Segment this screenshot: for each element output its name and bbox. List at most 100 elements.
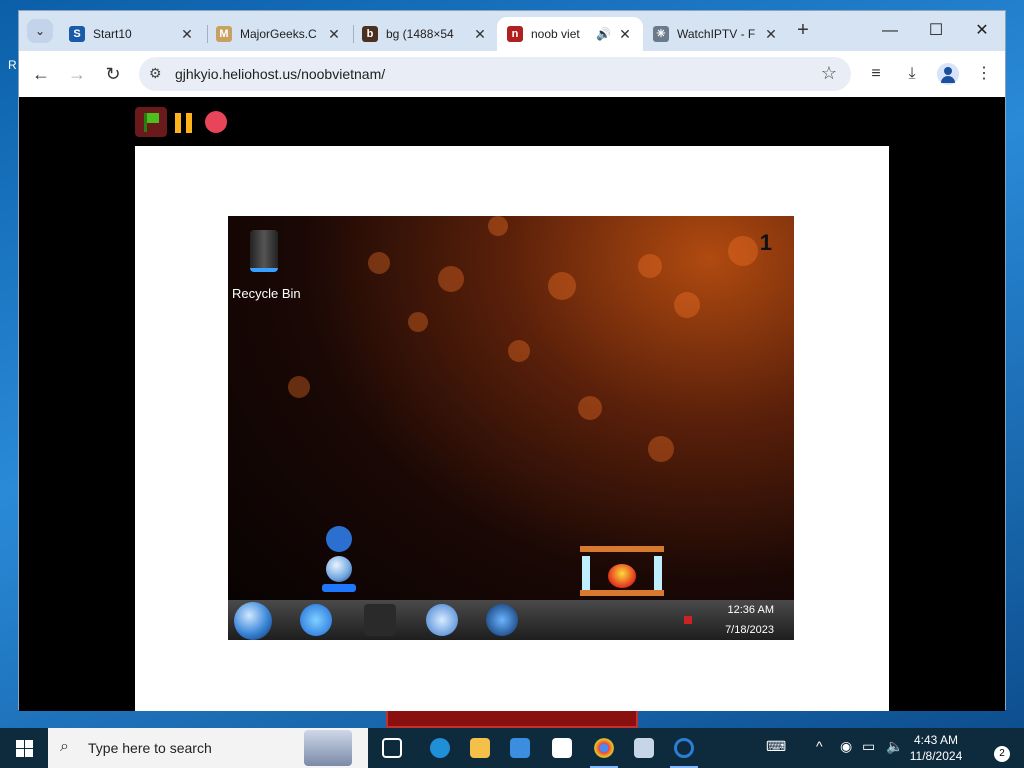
inner-clock-date: 7/18/2023 (725, 624, 774, 636)
stop-icon[interactable] (205, 111, 227, 133)
tab-noob-vietnam[interactable]: n noob viet 🔊 ✕ (497, 17, 643, 51)
bokeh-light (508, 340, 530, 362)
tab-bg-image[interactable]: b bg (1488×54 ✕ (352, 17, 498, 51)
arrow-left-icon: ← (32, 64, 50, 84)
new-tab-button[interactable]: + (791, 19, 815, 43)
score-counter: 1 (759, 230, 772, 255)
chevron-up-icon[interactable]: ^ (816, 738, 823, 754)
url-text[interactable]: gjhkyio.heliohost.us/noobvietnam/ (175, 66, 385, 82)
search-placeholder: Type here to search (88, 740, 212, 756)
task-view-button[interactable] (372, 728, 412, 768)
notification-center-button[interactable]: 2 (980, 736, 1010, 762)
file-explorer-button[interactable] (460, 728, 500, 768)
bokeh-light (368, 252, 390, 274)
search-highlight-icon[interactable] (304, 730, 352, 766)
mail-button[interactable] (542, 728, 582, 768)
forward-button[interactable]: → (65, 62, 89, 86)
app-8-button[interactable] (664, 728, 704, 768)
mail-icon (552, 738, 572, 758)
noob-favicon-icon: n (507, 26, 523, 42)
scratch-stage[interactable]: Recycle Bin 1 12:36 AM 7/18/2023 (135, 146, 889, 711)
angry-bird-icon (608, 564, 636, 588)
volume-muted-icon[interactable]: 🔈 (886, 738, 903, 755)
minimize-button[interactable]: — (867, 17, 913, 45)
tab-title: MajorGeeks.C (240, 27, 317, 41)
pause-icon[interactable] (175, 113, 193, 133)
reload-button[interactable]: ↻ (101, 62, 125, 86)
recycle-bin-label: Recycle Bin (232, 286, 301, 301)
tab-majorgeeks[interactable]: M MajorGeeks.C ✕ (206, 17, 352, 51)
majorgeeks-favicon-icon: M (216, 26, 232, 42)
windows-taskbar: ⌕ Type here to search ⌨ ^ ◉ ▭ 🔈 4:43 AM … (0, 728, 1024, 768)
back-button[interactable]: ← (29, 62, 53, 86)
clock-time: 4:43 AM (913, 733, 959, 747)
inner-clock-time: 12:36 AM (727, 604, 774, 616)
tab-title: bg (1488×54 (386, 27, 454, 41)
bokeh-light (288, 376, 310, 398)
background-banner (386, 708, 638, 728)
tab-title: WatchIPTV - F (677, 27, 756, 41)
edge-button[interactable] (420, 728, 460, 768)
image-favicon-icon: b (362, 26, 378, 42)
app-7-button[interactable] (624, 728, 664, 768)
arrow-right-icon: → (68, 64, 86, 84)
browser-toolbar: ← → ↻ ⚙ gjhkyio.heliohost.us/noobvietnam… (19, 51, 1005, 97)
start10-favicon-icon: S (69, 26, 85, 42)
bokeh-light (488, 216, 508, 236)
menu-kebab-icon[interactable]: ⋮ (973, 63, 995, 85)
folder-icon (364, 604, 396, 636)
network-icon[interactable]: ▭ (862, 738, 875, 755)
watchiptv-favicon-icon: ✳ (653, 26, 669, 42)
internet-explorer-icon (300, 604, 332, 636)
tab-search-button[interactable]: ⌄ (27, 19, 53, 43)
notification-count-badge: 2 (994, 746, 1010, 762)
search-icon: ⌕ (60, 738, 69, 755)
close-tab-icon[interactable]: ✕ (326, 26, 342, 43)
bokeh-light (674, 292, 700, 318)
green-flag-icon[interactable] (135, 107, 167, 137)
app-icon (634, 738, 654, 758)
site-settings-icon[interactable]: ⚙ (149, 65, 162, 82)
address-bar[interactable]: ⚙ gjhkyio.heliohost.us/noobvietnam/ ☆ (139, 57, 851, 91)
speaker-icon[interactable]: 🔊 (596, 27, 611, 41)
tray-icon (684, 616, 692, 624)
tab-title: noob viet (531, 27, 580, 41)
tab-start10[interactable]: S Start10 ✕ (59, 17, 205, 51)
bokeh-light (578, 396, 602, 420)
close-tab-icon[interactable]: ✕ (472, 26, 488, 43)
taskbar-search-box[interactable]: ⌕ Type here to search (48, 728, 368, 768)
crate-with-bird (580, 546, 664, 596)
media-player-icon (426, 604, 458, 636)
game-canvas[interactable]: Recycle Bin 1 12:36 AM 7/18/2023 (228, 216, 794, 640)
chrome-button[interactable] (584, 728, 624, 768)
bokeh-light (438, 266, 464, 292)
maximize-button[interactable]: ☐ (913, 17, 959, 45)
bokeh-light (408, 312, 428, 332)
start-button[interactable] (0, 728, 48, 768)
clock-date: 11/8/2024 (909, 749, 963, 763)
keyboard-icon[interactable]: ⌨ (766, 738, 786, 755)
close-window-button[interactable]: ✕ (959, 17, 1005, 45)
globe-icon (486, 604, 518, 636)
page-content: Recycle Bin 1 12:36 AM 7/18/2023 (19, 97, 1005, 711)
close-tab-icon[interactable]: ✕ (617, 26, 633, 43)
reload-icon: ↻ (105, 64, 121, 84)
close-tab-icon[interactable]: ✕ (763, 26, 779, 43)
inner-win7-taskbar: 12:36 AM 7/18/2023 (228, 600, 794, 640)
recycle-bin-icon[interactable] (246, 222, 282, 280)
close-tab-icon[interactable]: ✕ (179, 26, 195, 43)
download-icon[interactable]: ⤓ (901, 63, 923, 85)
tab-watchiptv[interactable]: ✳ WatchIPTV - F ✕ (643, 17, 789, 51)
bokeh-light (638, 254, 662, 278)
media-control-icon[interactable]: ≡ (865, 63, 887, 85)
system-clock[interactable]: 4:43 AM 11/8/2024 (906, 732, 966, 764)
player-sprite (322, 526, 356, 602)
desktop-icon-label[interactable]: R (8, 58, 17, 72)
store-button[interactable] (500, 728, 540, 768)
win7-start-orb-icon (234, 602, 272, 640)
bookmark-star-icon[interactable]: ☆ (821, 63, 837, 84)
store-icon (510, 738, 530, 758)
meet-now-icon[interactable]: ◉ (840, 738, 852, 755)
browser-window: ⌄ S Start10 ✕ M MajorGeeks.C ✕ b bg (148… (18, 10, 1006, 711)
profile-avatar-icon[interactable] (937, 63, 959, 85)
